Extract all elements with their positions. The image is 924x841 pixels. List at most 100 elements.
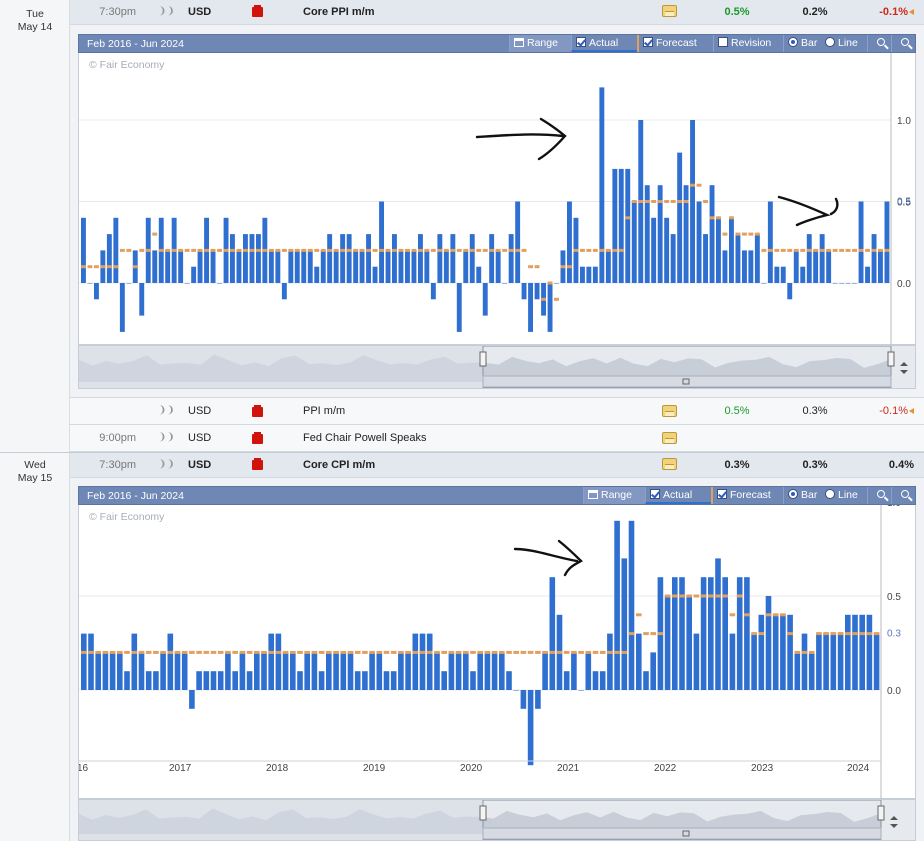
zoom-out-button[interactable] — [891, 487, 915, 504]
actual-bar — [326, 652, 332, 690]
actual-bar — [599, 671, 606, 690]
impact-high-icon — [252, 5, 263, 17]
actual-bar — [607, 633, 613, 690]
forecast-marker — [830, 632, 837, 636]
navigator-overview[interactable] — [79, 799, 915, 841]
chart-navigator[interactable] — [78, 799, 916, 841]
forecast-marker — [294, 248, 300, 252]
sound-icon[interactable]: ❩❩ — [158, 405, 175, 416]
forecast-marker — [281, 248, 287, 252]
forecast-toggle[interactable]: Forecast — [711, 487, 783, 504]
detail-folder-icon[interactable] — [662, 432, 677, 444]
line-radio[interactable]: Line — [825, 487, 867, 504]
forecast-marker — [385, 248, 391, 252]
actual-bar — [347, 652, 354, 690]
event-title[interactable]: Fed Chair Powell Speaks — [303, 432, 427, 444]
forecast-marker — [489, 248, 495, 252]
event-row-powell[interactable]: 9:00pm ❩❩ USD Fed Chair Powell Speaks — [70, 425, 924, 452]
actual-bar — [412, 633, 419, 690]
navigator-mask — [79, 800, 483, 840]
actual-bar — [261, 652, 267, 690]
revision-toggle[interactable]: Revision — [713, 35, 783, 52]
detail-folder-icon[interactable] — [662, 405, 677, 417]
forecast-marker — [476, 248, 482, 252]
actual-bar — [495, 250, 501, 283]
forecast-marker — [638, 200, 644, 203]
actual-bar — [614, 520, 620, 690]
forecast-marker — [268, 248, 274, 252]
zoom-in-button[interactable] — [867, 35, 891, 52]
chart-container: Feb 2016 - Jun 2024 Range Actual Forecas… — [77, 34, 916, 392]
detail-folder-icon[interactable] — [662, 458, 677, 470]
actual-bar — [437, 234, 443, 283]
forecast-marker — [304, 650, 310, 654]
forecast-marker — [106, 265, 112, 269]
sound-icon[interactable]: ❩❩ — [158, 459, 175, 470]
scroll-arrows-icon — [900, 362, 908, 374]
forecast-marker — [651, 200, 657, 203]
line-radio[interactable]: Line — [825, 35, 867, 52]
event-title[interactable]: PPI m/m — [303, 405, 345, 417]
actual-bar — [716, 217, 721, 283]
forecast-marker — [318, 650, 325, 654]
actual-bar — [379, 201, 384, 283]
actual-bar — [567, 201, 572, 283]
event-time: 9:00pm — [99, 432, 136, 444]
actual-bar — [138, 652, 145, 690]
actual-bar — [679, 577, 685, 690]
radio-checked-icon — [788, 489, 798, 499]
zoom-out-icon — [901, 38, 909, 46]
actual-bar — [506, 671, 512, 690]
event-title[interactable]: Core CPI m/m — [303, 459, 375, 471]
actual-bar — [800, 266, 806, 283]
navigator-mask — [79, 346, 483, 388]
forecast-marker — [282, 650, 289, 654]
chart-navigator[interactable] — [78, 345, 916, 389]
bar-radio[interactable]: Bar — [783, 35, 825, 52]
x-tick-label: 2023 — [751, 763, 774, 774]
detail-folder-icon[interactable] — [662, 5, 677, 17]
event-row-core-ppi[interactable]: 7:30pm ❩❩ USD Core PPI m/m 0.5% 0.2% -0.… — [70, 0, 924, 25]
forecast-label: Forecast — [730, 489, 771, 501]
actual-bar — [131, 633, 138, 690]
actual-bar — [866, 614, 873, 690]
actual-bar — [643, 671, 649, 690]
event-row-ppi[interactable]: ❩❩ USD PPI m/m 0.5% 0.3% -0.1% — [70, 398, 924, 425]
checkbox-checked-icon — [643, 37, 653, 47]
forecast-marker — [527, 650, 534, 654]
forecast-toggle[interactable]: Forecast — [637, 35, 713, 52]
forecast-marker — [197, 248, 203, 252]
forecast-marker — [158, 248, 164, 252]
event-row-core-cpi[interactable]: 7:30pm ❩❩ USD Core CPI m/m 0.3% 0.3% 0.4… — [70, 453, 924, 478]
actual-bar — [297, 671, 303, 690]
actual-bar — [709, 185, 715, 283]
actual-bar — [808, 652, 815, 690]
forecast-marker — [426, 650, 433, 654]
zoom-out-button[interactable] — [891, 35, 915, 52]
actual-bar — [385, 250, 391, 283]
forecast-marker — [138, 650, 145, 654]
event-title[interactable]: Core PPI m/m — [303, 6, 375, 18]
forecast-marker — [174, 650, 181, 654]
navigator-overview[interactable] — [79, 345, 915, 389]
sound-icon[interactable]: ❩❩ — [158, 432, 175, 443]
forecast-marker — [787, 248, 793, 252]
revision-label: Revision — [731, 37, 772, 49]
bar-radio[interactable]: Bar — [783, 487, 825, 504]
range-handle-left-icon — [479, 805, 487, 821]
range-label: Range — [601, 489, 632, 501]
zoom-in-button[interactable] — [867, 487, 891, 504]
forecast-value: 0.3% — [802, 459, 828, 471]
actual-toggle[interactable]: Actual — [645, 487, 711, 504]
range-button[interactable]: Range — [583, 487, 645, 504]
forecast-marker — [359, 248, 365, 252]
forecast-marker — [405, 248, 410, 252]
actual-bar — [542, 652, 548, 690]
actual-bar — [236, 250, 242, 283]
chart-toolbar: Feb 2016 - Jun 2024 Range Actual Forecas… — [78, 486, 916, 505]
actual-bar — [535, 690, 541, 709]
range-button[interactable]: Range — [509, 35, 571, 52]
sound-icon[interactable]: ❩❩ — [158, 6, 175, 17]
actual-toggle[interactable]: Actual — [571, 35, 637, 52]
forecast-marker — [95, 650, 101, 654]
